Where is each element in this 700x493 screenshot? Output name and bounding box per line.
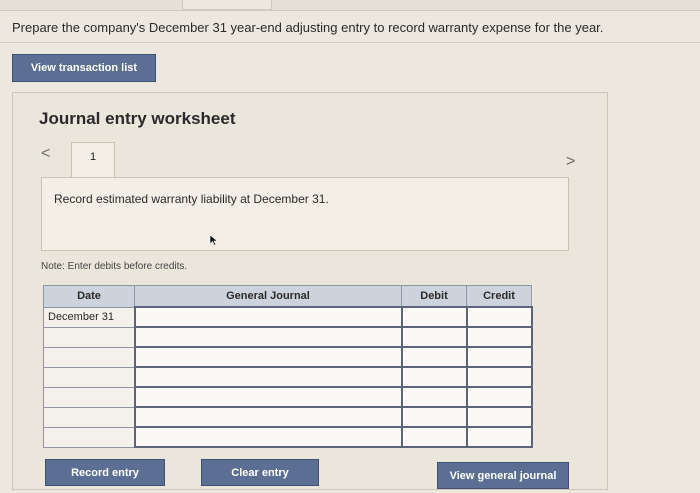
view-general-journal-button[interactable]: View general journal xyxy=(437,462,569,489)
table-row xyxy=(43,366,533,388)
header-date: Date xyxy=(43,285,135,308)
header-general-journal: General Journal xyxy=(134,285,402,308)
debit-input[interactable] xyxy=(400,386,468,408)
divider xyxy=(0,42,700,43)
credit-input[interactable] xyxy=(465,346,533,368)
general-journal-input[interactable] xyxy=(133,326,403,348)
header-credit: Credit xyxy=(466,285,532,308)
general-journal-input[interactable] xyxy=(133,346,403,368)
journal-entry-worksheet: Journal entry worksheet < 1 > Record est… xyxy=(12,92,608,490)
general-journal-input[interactable] xyxy=(133,386,403,408)
debit-input[interactable] xyxy=(400,306,468,328)
debit-input[interactable] xyxy=(400,326,468,348)
general-journal-input[interactable] xyxy=(133,366,403,388)
chevron-left-icon[interactable]: < xyxy=(41,145,50,163)
instruction-box: Record estimated warranty liability at D… xyxy=(41,177,569,251)
journal-table: Date General Journal Debit Credit Decemb… xyxy=(43,285,533,448)
mouse-cursor-icon xyxy=(209,234,219,246)
credit-input[interactable] xyxy=(465,386,533,408)
table-row xyxy=(43,426,533,448)
table-row: December 31 xyxy=(43,306,533,328)
credit-input[interactable] xyxy=(465,306,533,328)
date-cell xyxy=(43,426,135,448)
clear-entry-button[interactable]: Clear entry xyxy=(201,459,319,486)
date-cell xyxy=(43,346,135,368)
table-row xyxy=(43,326,533,348)
worksheet-title: Journal entry worksheet xyxy=(39,109,236,128)
instruction-text: Record estimated warranty liability at D… xyxy=(54,192,329,206)
header-debit: Debit xyxy=(401,285,467,308)
top-bar xyxy=(0,0,700,11)
date-cell xyxy=(43,386,135,408)
credit-input[interactable] xyxy=(465,366,533,388)
record-entry-button[interactable]: Record entry xyxy=(45,459,165,486)
debit-input[interactable] xyxy=(400,346,468,368)
view-transaction-list-button[interactable]: View transaction list xyxy=(12,54,156,82)
tab-step-1[interactable]: 1 xyxy=(71,142,115,178)
table-row xyxy=(43,346,533,368)
general-journal-input[interactable] xyxy=(133,426,403,448)
credit-input[interactable] xyxy=(465,426,533,448)
general-journal-input[interactable] xyxy=(133,406,403,428)
note-text: Note: Enter debits before credits. xyxy=(41,261,188,272)
top-tab xyxy=(182,0,272,10)
date-cell xyxy=(43,326,135,348)
date-cell xyxy=(43,366,135,388)
debit-input[interactable] xyxy=(400,366,468,388)
table-header-row: Date General Journal Debit Credit xyxy=(43,285,532,308)
debit-input[interactable] xyxy=(400,426,468,448)
general-journal-input[interactable] xyxy=(133,306,403,328)
date-cell xyxy=(43,406,135,428)
question-text: Prepare the company's December 31 year-e… xyxy=(12,20,604,35)
credit-input[interactable] xyxy=(465,326,533,348)
table-row xyxy=(43,406,533,428)
debit-input[interactable] xyxy=(400,406,468,428)
date-cell: December 31 xyxy=(43,306,135,328)
table-row xyxy=(43,386,533,408)
credit-input[interactable] xyxy=(465,406,533,428)
chevron-right-icon[interactable]: > xyxy=(566,153,575,171)
